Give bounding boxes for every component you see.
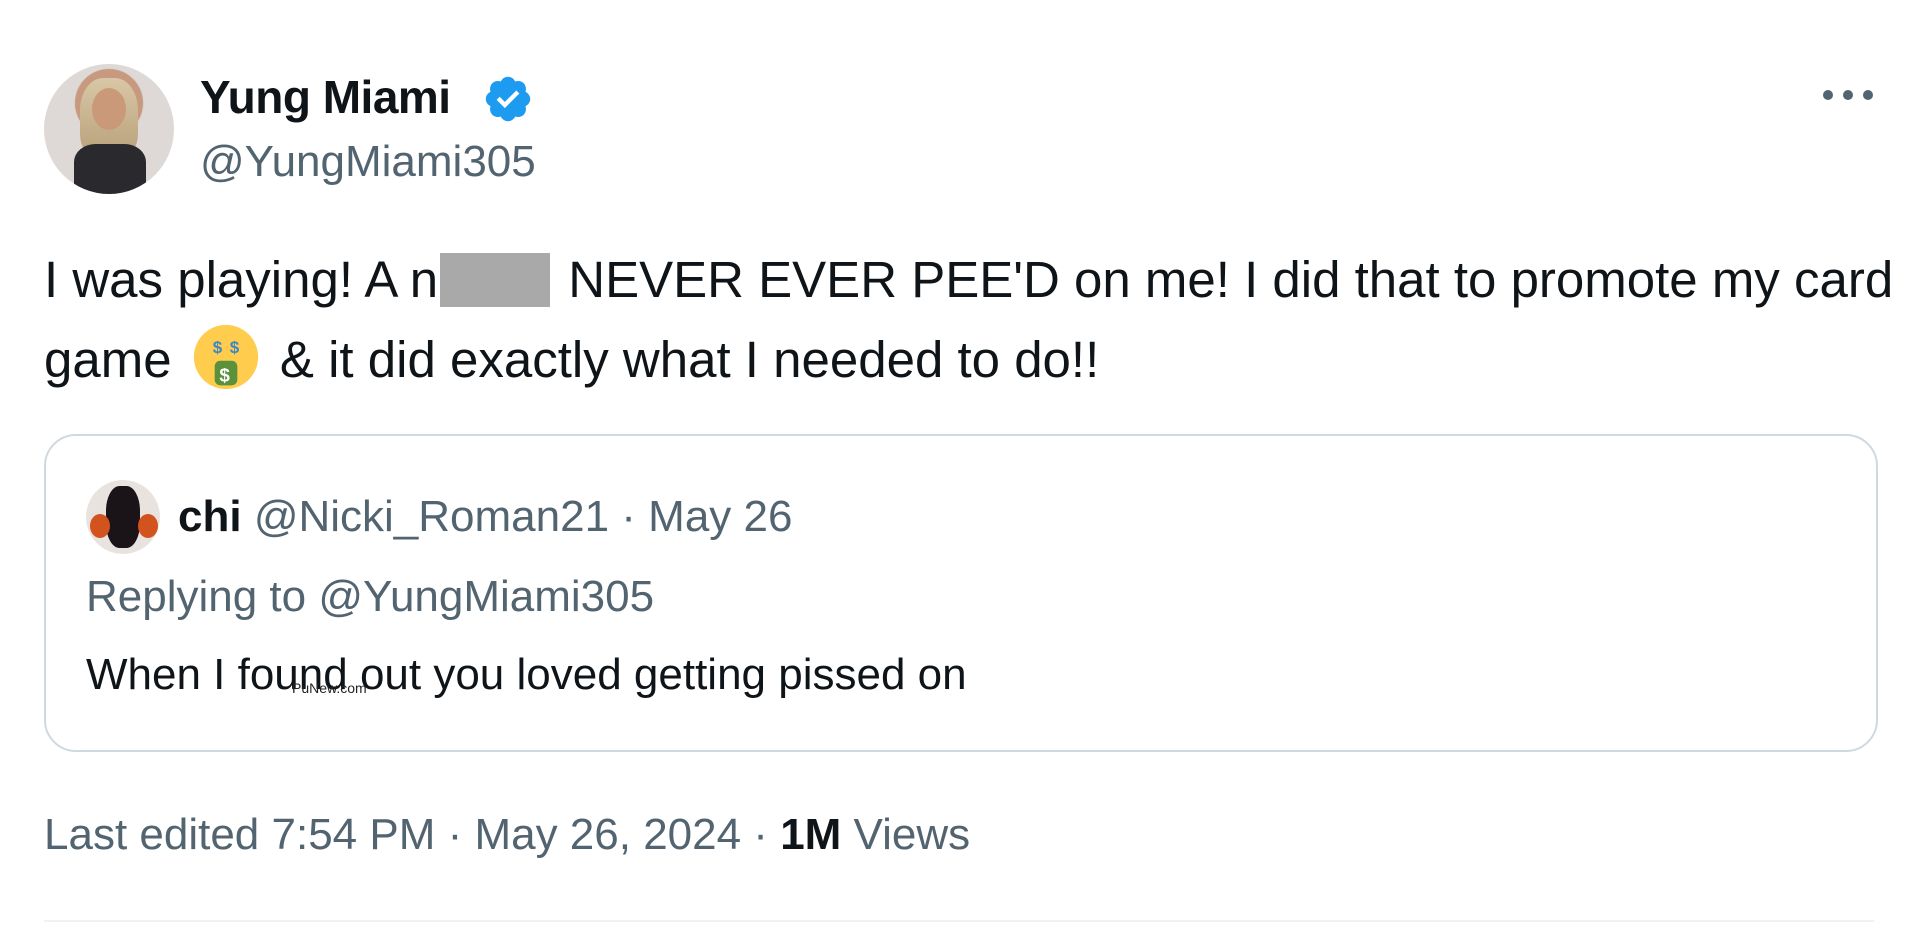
author-avatar[interactable] bbox=[44, 64, 174, 194]
tweet-text-part-3: & it did exactly what I needed to do!! bbox=[265, 331, 1100, 388]
quoted-author-name[interactable]: chi bbox=[178, 492, 242, 541]
quoted-tweet-card[interactable]: chi @Nicki_Roman21 · May 26 Replying to … bbox=[44, 434, 1878, 752]
avatar-body bbox=[74, 144, 146, 194]
quoted-avatar-glove-right bbox=[138, 514, 158, 538]
tweet-text: I was playing! A n NEVER EVER PEE'D on m… bbox=[44, 240, 1894, 400]
quoted-date[interactable]: May 26 bbox=[648, 492, 792, 541]
svg-text:$: $ bbox=[230, 338, 240, 357]
more-options-icon[interactable] bbox=[1820, 78, 1876, 112]
svg-text:$: $ bbox=[213, 338, 223, 357]
svg-text:$: $ bbox=[219, 366, 230, 387]
quoted-avatar-glove-left bbox=[90, 514, 110, 538]
quoted-author-handle[interactable]: @Nicki_Roman21 bbox=[254, 492, 609, 541]
money-mouth-face-emoji-icon: $ $ $ bbox=[193, 324, 258, 390]
tweet-footer: Last edited 7:54 PM · May 26, 2024 · 1M … bbox=[44, 810, 970, 860]
views-count: 1M bbox=[780, 810, 842, 859]
divider bbox=[44, 920, 1874, 922]
quoted-author-avatar[interactable] bbox=[86, 480, 160, 554]
watermark: PuNew.com bbox=[292, 680, 367, 696]
redaction-block bbox=[440, 253, 551, 307]
author-name[interactable]: Yung Miami bbox=[200, 70, 451, 124]
verified-badge-icon bbox=[485, 76, 531, 122]
views-label: Views bbox=[841, 810, 971, 859]
quoted-separator: · bbox=[609, 492, 649, 541]
tweet-text-part-1: I was playing! A n bbox=[44, 251, 439, 308]
author-handle[interactable]: @YungMiami305 bbox=[200, 137, 536, 187]
avatar-face bbox=[92, 88, 126, 130]
edited-timestamp[interactable]: Last edited 7:54 PM · May 26, 2024 · bbox=[44, 810, 780, 859]
quoted-tweet-text: When I found out you loved getting pisse… bbox=[86, 650, 967, 699]
replying-to-label: Replying to @YungMiami305 bbox=[86, 572, 655, 621]
quoted-tweet-header: chi @Nicki_Roman21 · May 26 bbox=[178, 492, 792, 542]
quoted-avatar-figure bbox=[106, 486, 140, 548]
